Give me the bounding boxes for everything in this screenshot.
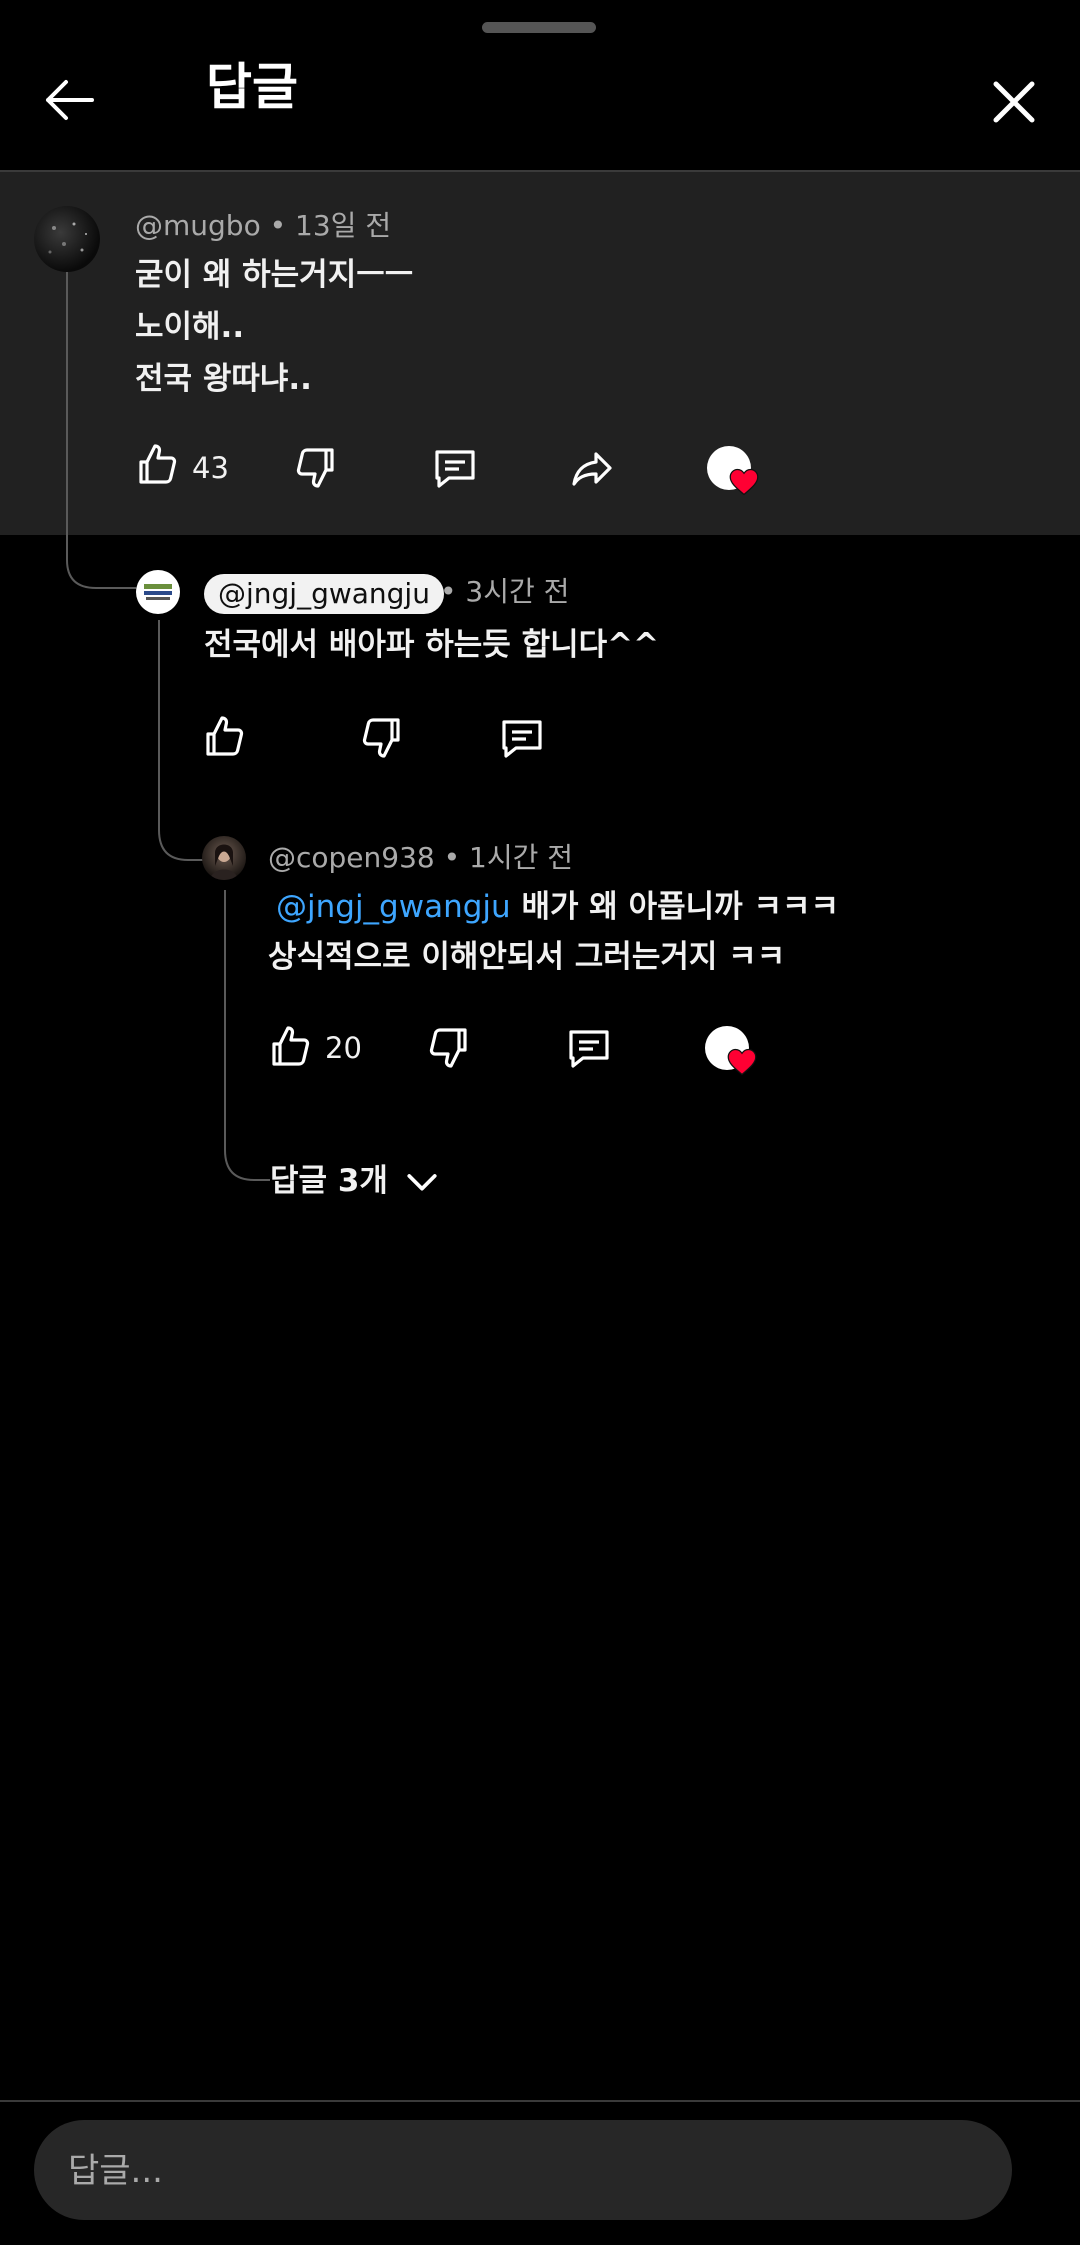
reply-icon (569, 1030, 609, 1068)
creator-heart-badge (707, 446, 759, 496)
comment-text-line: 노이해.. (135, 309, 245, 345)
avatar[interactable] (136, 570, 180, 614)
like-button[interactable] (133, 440, 181, 488)
thread-curve (66, 530, 136, 589)
page-title: 답글 (206, 58, 298, 116)
reply-icon (502, 720, 542, 758)
timestamp: • 13일 전 (269, 209, 392, 242)
like-count: 43 (192, 451, 229, 485)
username[interactable]: @copen938 (268, 841, 435, 874)
close-button[interactable] (984, 72, 1044, 132)
like-count: 20 (325, 1031, 362, 1065)
more-replies-label: 답글 3개 (270, 1163, 388, 1199)
reply-input-placeholder: 답글... (68, 2151, 163, 2191)
back-button[interactable] (40, 70, 100, 130)
comment-meta: @copen938 • 1시간 전 (268, 844, 573, 872)
creator-heart-badge (705, 1026, 757, 1076)
reply-button[interactable] (565, 1024, 613, 1072)
thread-line (66, 238, 68, 538)
share-icon (572, 452, 612, 486)
dislike-icon (362, 718, 400, 758)
dislike-button[interactable] (358, 714, 406, 762)
channel-logo (144, 584, 172, 600)
thread-line (158, 620, 160, 810)
reply-button[interactable] (431, 444, 479, 492)
reply-icon (435, 450, 475, 488)
mention-link[interactable]: @jngj_gwangju (276, 889, 511, 925)
timestamp: • 3시간 전 (440, 575, 570, 608)
dislike-icon (429, 1028, 467, 1068)
dislike-button[interactable] (425, 1024, 473, 1072)
like-icon (272, 1026, 310, 1066)
reply-button[interactable] (498, 714, 546, 762)
more-replies-button[interactable]: 답글 3개 (270, 1166, 439, 1197)
reply-input[interactable]: 답글... (34, 2120, 1012, 2220)
avatar[interactable] (34, 206, 100, 272)
like-icon (206, 716, 244, 756)
username[interactable]: @mugbo (135, 209, 261, 242)
comment-text-line: 상식적으로 이해안되서 그러는거지 ㅋㅋ (268, 939, 786, 975)
drag-handle[interactable] (482, 22, 596, 33)
composer-divider (0, 2100, 1080, 2102)
share-button[interactable] (568, 444, 616, 492)
comment-text-line: @jngj_gwangju 배가 왜 아픕니까 ㅋㅋㅋ (276, 892, 839, 923)
avatar-portrait (210, 844, 238, 880)
like-icon (139, 444, 177, 484)
comment-text-line: 전국 왕따냐.. (135, 361, 312, 397)
like-button[interactable] (200, 712, 248, 760)
dislike-icon (296, 448, 334, 488)
thread-line (224, 890, 226, 1130)
comment-text-line: 전국에서 배아파 하는듯 합니다^^ (204, 627, 660, 663)
arrow-left-icon (46, 80, 94, 120)
timestamp: • 1시간 전 (443, 841, 574, 874)
heart-icon (729, 468, 759, 496)
avatar[interactable] (202, 836, 246, 880)
like-button[interactable] (266, 1022, 314, 1070)
dislike-button[interactable] (292, 444, 340, 492)
heart-icon (727, 1048, 757, 1076)
username-chip[interactable]: @jngj_gwangju (204, 574, 444, 614)
comment-text-line: 굳이 왜 하는거지ㅡㅡ (135, 257, 414, 293)
comment-text: 배가 왜 아픕니까 ㅋㅋㅋ (510, 889, 840, 925)
avatar-texture (48, 222, 87, 254)
close-icon (993, 81, 1035, 123)
thread-curve (224, 1120, 270, 1181)
comment-meta: @mugbo • 13일 전 (135, 212, 391, 240)
chevron-down-icon (407, 1173, 437, 1191)
